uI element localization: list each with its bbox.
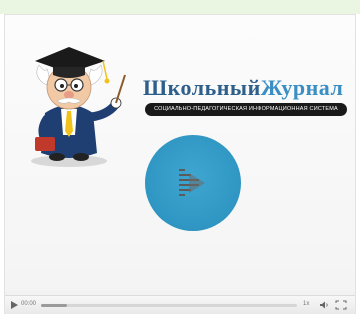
- player-controls: 00:00 1x: [5, 295, 355, 314]
- play-icon: [179, 169, 205, 196]
- page-top-bar: [0, 0, 360, 14]
- video-player[interactable]: ШкольныйЖурнал СОЦИАЛЬНО-ПЕДАГОГИЧЕСКАЯ …: [4, 14, 356, 314]
- logo-title-part2: Журнал: [260, 75, 344, 100]
- logo-title-part1: Школьный: [143, 75, 261, 100]
- volume-icon[interactable]: [319, 300, 329, 310]
- fullscreen-icon[interactable]: [335, 300, 347, 310]
- logo-subtitle: СОЦИАЛЬНО-ПЕДАГОГИЧЕСКАЯ ИНФОРМАЦИОННАЯ …: [145, 103, 347, 116]
- play-button[interactable]: [145, 135, 241, 231]
- site-logo: ШкольныйЖурнал СОЦИАЛЬНО-ПЕДАГОГИЧЕСКАЯ …: [143, 75, 353, 125]
- seek-bar-fill: [41, 304, 67, 307]
- speed-control[interactable]: 1x: [303, 301, 309, 307]
- video-stage[interactable]: ШкольныйЖурнал СОЦИАЛЬНО-ПЕДАГОГИЧЕСКАЯ …: [5, 15, 355, 291]
- time-display: 00:00: [21, 301, 37, 307]
- logo-title: ШкольныйЖурнал: [143, 75, 343, 101]
- seek-bar[interactable]: [41, 304, 297, 307]
- control-play-icon[interactable]: [9, 300, 19, 310]
- professor-mascot-icon: [31, 47, 126, 167]
